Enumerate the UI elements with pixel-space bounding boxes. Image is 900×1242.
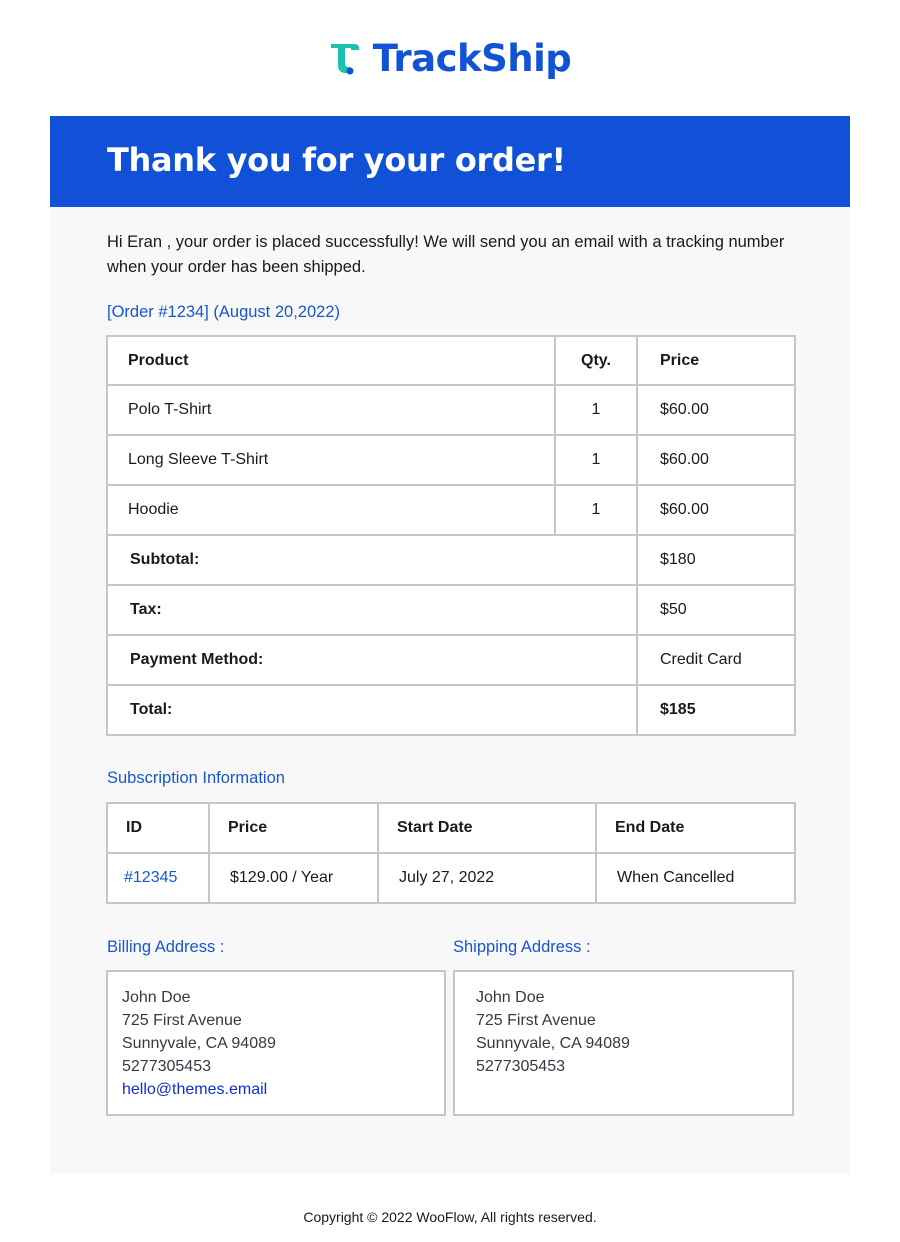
product-name: Long Sleeve T-Shirt (106, 434, 556, 486)
subscription-id-link[interactable]: #12345 (106, 852, 210, 904)
order-table: Product Qty. Price Polo T-Shirt 1 $60.00… (106, 335, 796, 736)
column-header: End Date (595, 802, 796, 854)
summary-value: $50 (636, 584, 796, 636)
header: TrackShip (0, 34, 900, 82)
brand-logo[interactable]: TrackShip (329, 40, 572, 77)
table-row: Polo T-Shirt 1 $60.00 (106, 384, 796, 436)
summary-row: Subtotal: $180 (106, 534, 796, 586)
product-price: $60.00 (636, 434, 796, 486)
product-name: Polo T-Shirt (106, 384, 556, 436)
address-line: 725 First Avenue (122, 1012, 242, 1029)
address-line: Sunnyvale, CA 94089 (122, 1035, 276, 1052)
product-price: $60.00 (636, 484, 796, 536)
intro-message: Hi Eran , your order is placed successfu… (107, 233, 785, 276)
summary-label: Payment Method: (106, 634, 638, 686)
summary-value: Credit Card (636, 634, 796, 686)
table-header-row: ID Price Start Date End Date (106, 802, 796, 854)
billing-email-link[interactable]: hello@themes.email (122, 1078, 444, 1101)
address-line: 5277305453 (122, 1058, 211, 1075)
table-row: Hoodie 1 $60.00 (106, 484, 796, 536)
brand-name: TrackShip (372, 36, 572, 80)
order-heading[interactable]: [Order #1234] (August 20,2022) (107, 302, 340, 322)
summary-label: Tax: (106, 584, 638, 636)
banner: Thank you for your order! (50, 116, 850, 207)
shipping-heading: Shipping Address : (453, 938, 591, 956)
subscription-start-date: July 27, 2022 (377, 852, 597, 904)
summary-value: $180 (636, 534, 796, 586)
table-row: #12345 $129.00 / Year July 27, 2022 When… (106, 852, 796, 904)
table-row: Long Sleeve T-Shirt 1 $60.00 (106, 434, 796, 486)
address-line: 5277305453 (476, 1058, 565, 1075)
table-header-row: Product Qty. Price (106, 335, 796, 386)
summary-row: Total: $185 (106, 684, 796, 736)
shipping-address: John Doe 725 First Avenue Sunnyvale, CA … (453, 970, 794, 1116)
footer-copyright: Copyright © 2022 WooFlow, All rights res… (303, 1209, 597, 1225)
summary-row: Tax: $50 (106, 584, 796, 636)
product-name: Hoodie (106, 484, 556, 536)
column-header: Price (636, 335, 796, 386)
subscription-end-date: When Cancelled (595, 852, 796, 904)
page-title: Thank you for your order! (107, 141, 566, 179)
billing-address: John Doe 725 First Avenue Sunnyvale, CA … (106, 970, 446, 1116)
billing-heading: Billing Address : (107, 938, 225, 956)
subscription-price: $129.00 / Year (208, 852, 379, 904)
address-line: John Doe (476, 989, 545, 1006)
product-qty: 1 (554, 484, 638, 536)
product-price: $60.00 (636, 384, 796, 436)
trackship-logo-icon (330, 44, 359, 75)
column-header: Qty. (554, 335, 638, 386)
address-line: 725 First Avenue (476, 1012, 596, 1029)
column-header: Product (106, 335, 556, 386)
column-header: Price (208, 802, 379, 854)
column-header: Start Date (377, 802, 597, 854)
column-header: ID (106, 802, 210, 854)
product-qty: 1 (554, 434, 638, 486)
address-line: Sunnyvale, CA 94089 (476, 1035, 630, 1052)
subscription-table: ID Price Start Date End Date #12345 $129… (106, 802, 796, 904)
subscription-heading: Subscription Information (107, 769, 285, 787)
address-line: John Doe (122, 989, 191, 1006)
summary-row: Payment Method: Credit Card (106, 634, 796, 686)
summary-label: Total: (106, 684, 638, 736)
total-value: $185 (636, 684, 796, 736)
summary-label: Subtotal: (106, 534, 638, 586)
product-qty: 1 (554, 384, 638, 436)
